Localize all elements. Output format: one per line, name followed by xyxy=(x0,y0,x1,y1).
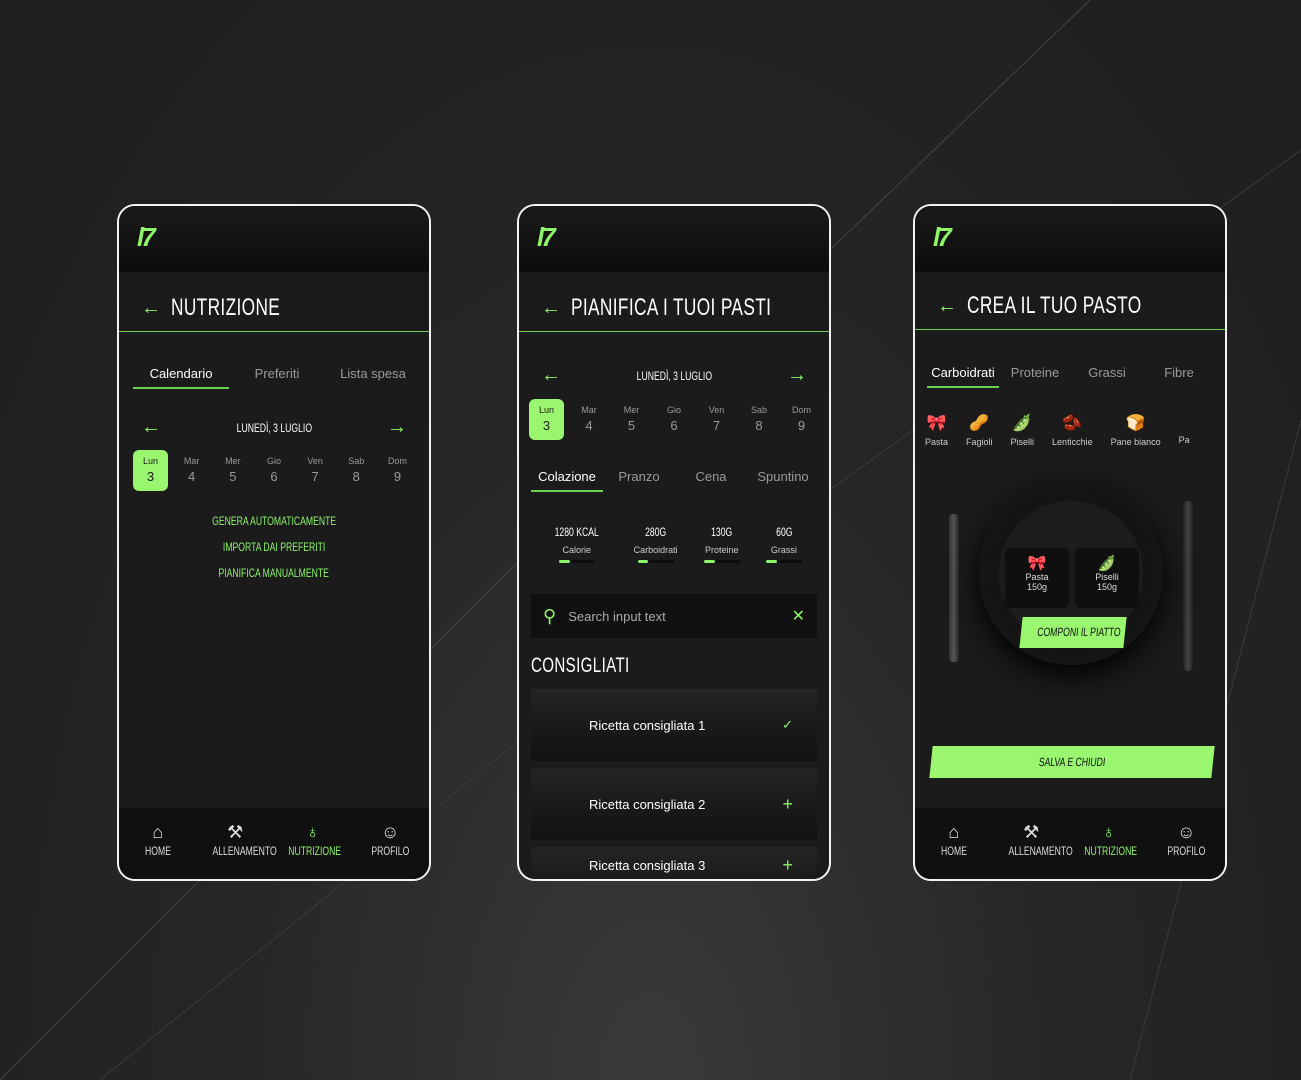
day-ven[interactable]: Ven 7 xyxy=(699,399,734,440)
day-sab[interactable]: Sab 8 xyxy=(339,450,374,491)
macro-progress-fill xyxy=(765,560,777,563)
day-gio[interactable]: Gio 6 xyxy=(657,399,692,440)
nav-profilo[interactable]: ☺ PROFILO xyxy=(355,822,425,879)
componi-piatto-button[interactable]: COMPONI IL PIATTO xyxy=(1019,617,1127,648)
nav-home[interactable]: ⌂ HOME xyxy=(919,822,989,879)
nav-profilo[interactable]: ☺ PROFILO xyxy=(1151,822,1221,879)
app-logo: l7 xyxy=(933,222,952,252)
page-title: NUTRIZIONE xyxy=(171,294,281,321)
fork-icon xyxy=(949,514,959,662)
tab-spuntino[interactable]: Spuntino xyxy=(747,469,819,492)
nav-home[interactable]: ⌂ HOME xyxy=(123,822,193,879)
nav-allenamento[interactable]: ⚒ ALLENAMENTO xyxy=(200,822,277,879)
search-icon: ⚲ xyxy=(543,605,557,626)
genera-automaticamente-link[interactable]: GENERA AUTOMATICAMENTE xyxy=(212,514,336,528)
section-title: CONSIGLIATI xyxy=(531,654,630,677)
nav-nutrizione[interactable]: ♁ NUTRIZIONE xyxy=(278,822,348,879)
plate-item[interactable]: 🫛 Piselli 150g xyxy=(1075,548,1139,608)
page-title: PIANIFICA I TUOI PASTI xyxy=(571,294,772,321)
current-date: LUNEDÌ, 3 LUGLIO xyxy=(236,420,312,435)
day-mar[interactable]: Mar 4 xyxy=(572,399,607,440)
plus-icon: + xyxy=(782,793,793,814)
home-icon: ⌂ xyxy=(152,822,164,842)
page-title: CREA IL TUO PASTO xyxy=(967,292,1142,319)
food-more[interactable]: Pa xyxy=(1179,413,1190,447)
food-piselli[interactable]: 🫛 Piselli xyxy=(1011,413,1035,447)
bottom-nav: ⌂ HOME ⚒ ALLENAMENTO ♁ NUTRIZIONE ☺ PROFILO xyxy=(915,808,1225,879)
check-icon: ✓ xyxy=(782,717,793,732)
user-icon: ☺ xyxy=(381,822,400,842)
day-dom[interactable]: Dom 9 xyxy=(380,450,415,491)
back-arrow-icon[interactable]: ← xyxy=(141,297,161,320)
nav-allenamento[interactable]: ⚒ ALLENAMENTO xyxy=(996,822,1073,879)
dumbbell-icon: ⚒ xyxy=(227,822,244,842)
macro-progress-fill xyxy=(558,560,570,563)
tab-grassi[interactable]: Grassi xyxy=(1071,365,1143,388)
day-mer[interactable]: Mer 5 xyxy=(215,450,250,491)
tab-cena[interactable]: Cena xyxy=(675,469,747,492)
day-sab[interactable]: Sab 8 xyxy=(742,399,777,440)
salva-chiudi-button[interactable]: SALVA E CHIUDI xyxy=(929,746,1215,778)
food-pasta[interactable]: 🎀 Pasta xyxy=(925,413,948,447)
phone-pianifica: l7 ← PIANIFICA I TUOI PASTI ← LUNEDÌ, 3 LU… xyxy=(517,204,831,881)
pianifica-manualmente-link[interactable]: PIANIFICA MANUALMENTE xyxy=(219,566,329,580)
day-mer[interactable]: Mer 5 xyxy=(614,399,649,440)
home-icon: ⌂ xyxy=(948,822,960,842)
importa-preferiti-link[interactable]: IMPORTA DAI PREFERITI xyxy=(223,540,325,554)
tab-preferiti[interactable]: Preferiti xyxy=(229,366,325,389)
day-mar[interactable]: Mar 4 xyxy=(174,450,209,491)
divider xyxy=(915,329,1225,330)
tab-carboidrati[interactable]: Carboidrati xyxy=(927,365,999,388)
divider xyxy=(119,331,429,332)
app-logo: l7 xyxy=(137,222,156,252)
search-input[interactable]: ⚲ Search input text ✕ xyxy=(531,594,817,638)
day-lun[interactable]: Lun 3 xyxy=(529,399,564,440)
user-icon: ☺ xyxy=(1177,822,1196,842)
day-lun[interactable]: Lun 3 xyxy=(133,450,168,491)
food-pane-bianco[interactable]: 🍞 Pane bianco xyxy=(1111,413,1161,447)
recipe-card[interactable]: Ricetta consigliata 3 + xyxy=(531,847,817,879)
day-dom[interactable]: Dom 9 xyxy=(784,399,819,440)
current-date: LUNEDÌ, 3 LUGLIO xyxy=(636,368,712,383)
tab-colazione[interactable]: Colazione xyxy=(531,469,603,492)
app-logo: l7 xyxy=(537,222,556,252)
tab-fibre[interactable]: Fibre xyxy=(1143,365,1215,388)
macro-progress-fill xyxy=(637,560,649,563)
macro-calorie: 1280 KCAL Calorie xyxy=(546,523,607,563)
apple-icon: ♁ xyxy=(306,822,320,842)
next-day-arrow-icon[interactable]: → xyxy=(387,416,407,439)
bottom-nav: ⌂ HOME ⚒ ALLENAMENTO ♁ NUTRIZIONE ☺ PROFILO xyxy=(119,808,429,879)
tab-calendario[interactable]: Calendario xyxy=(133,366,229,389)
back-arrow-icon[interactable]: ← xyxy=(541,297,561,320)
dumbbell-icon: ⚒ xyxy=(1023,822,1040,842)
macro-progress-fill xyxy=(703,560,715,563)
food-lenticchie[interactable]: 🫘 Lenticchie xyxy=(1052,413,1093,447)
divider xyxy=(519,331,829,332)
phone-nutrizione: l7 ← NUTRIZIONE Calendario Preferiti List… xyxy=(117,204,431,881)
plus-icon: + xyxy=(782,855,793,875)
tab-pranzo[interactable]: Pranzo xyxy=(603,469,675,492)
next-day-arrow-icon[interactable]: → xyxy=(787,364,807,387)
macro-proteine: 130G Proteine xyxy=(703,523,740,563)
macro-grassi: 60G Grassi xyxy=(765,523,802,563)
apple-icon: ♁ xyxy=(1102,822,1116,842)
macro-carboidrati: 280G Carboidrati xyxy=(634,523,678,563)
tab-lista-spesa[interactable]: Lista spesa xyxy=(325,366,421,389)
food-fagioli[interactable]: 🥜 Fagioli xyxy=(966,413,993,447)
day-ven[interactable]: Ven 7 xyxy=(298,450,333,491)
plate-item[interactable]: 🎀 Pasta 150g xyxy=(1005,548,1069,608)
nav-nutrizione[interactable]: ♁ NUTRIZIONE xyxy=(1074,822,1144,879)
clear-icon[interactable]: ✕ xyxy=(792,606,805,626)
back-arrow-icon[interactable]: ← xyxy=(937,295,957,318)
tab-proteine[interactable]: Proteine xyxy=(999,365,1071,388)
phone-crea-pasto: l7 ← CREA IL TUO PASTO Carboidrati Protei… xyxy=(913,204,1227,881)
recipe-card[interactable]: Ricetta consigliata 1 ✓ xyxy=(531,689,817,761)
knife-icon xyxy=(1183,501,1193,671)
day-gio[interactable]: Gio 6 xyxy=(256,450,291,491)
prev-day-arrow-icon[interactable]: ← xyxy=(141,416,161,439)
prev-day-arrow-icon[interactable]: ← xyxy=(541,364,561,387)
recipe-card[interactable]: Ricetta consigliata 2 + xyxy=(531,768,817,840)
